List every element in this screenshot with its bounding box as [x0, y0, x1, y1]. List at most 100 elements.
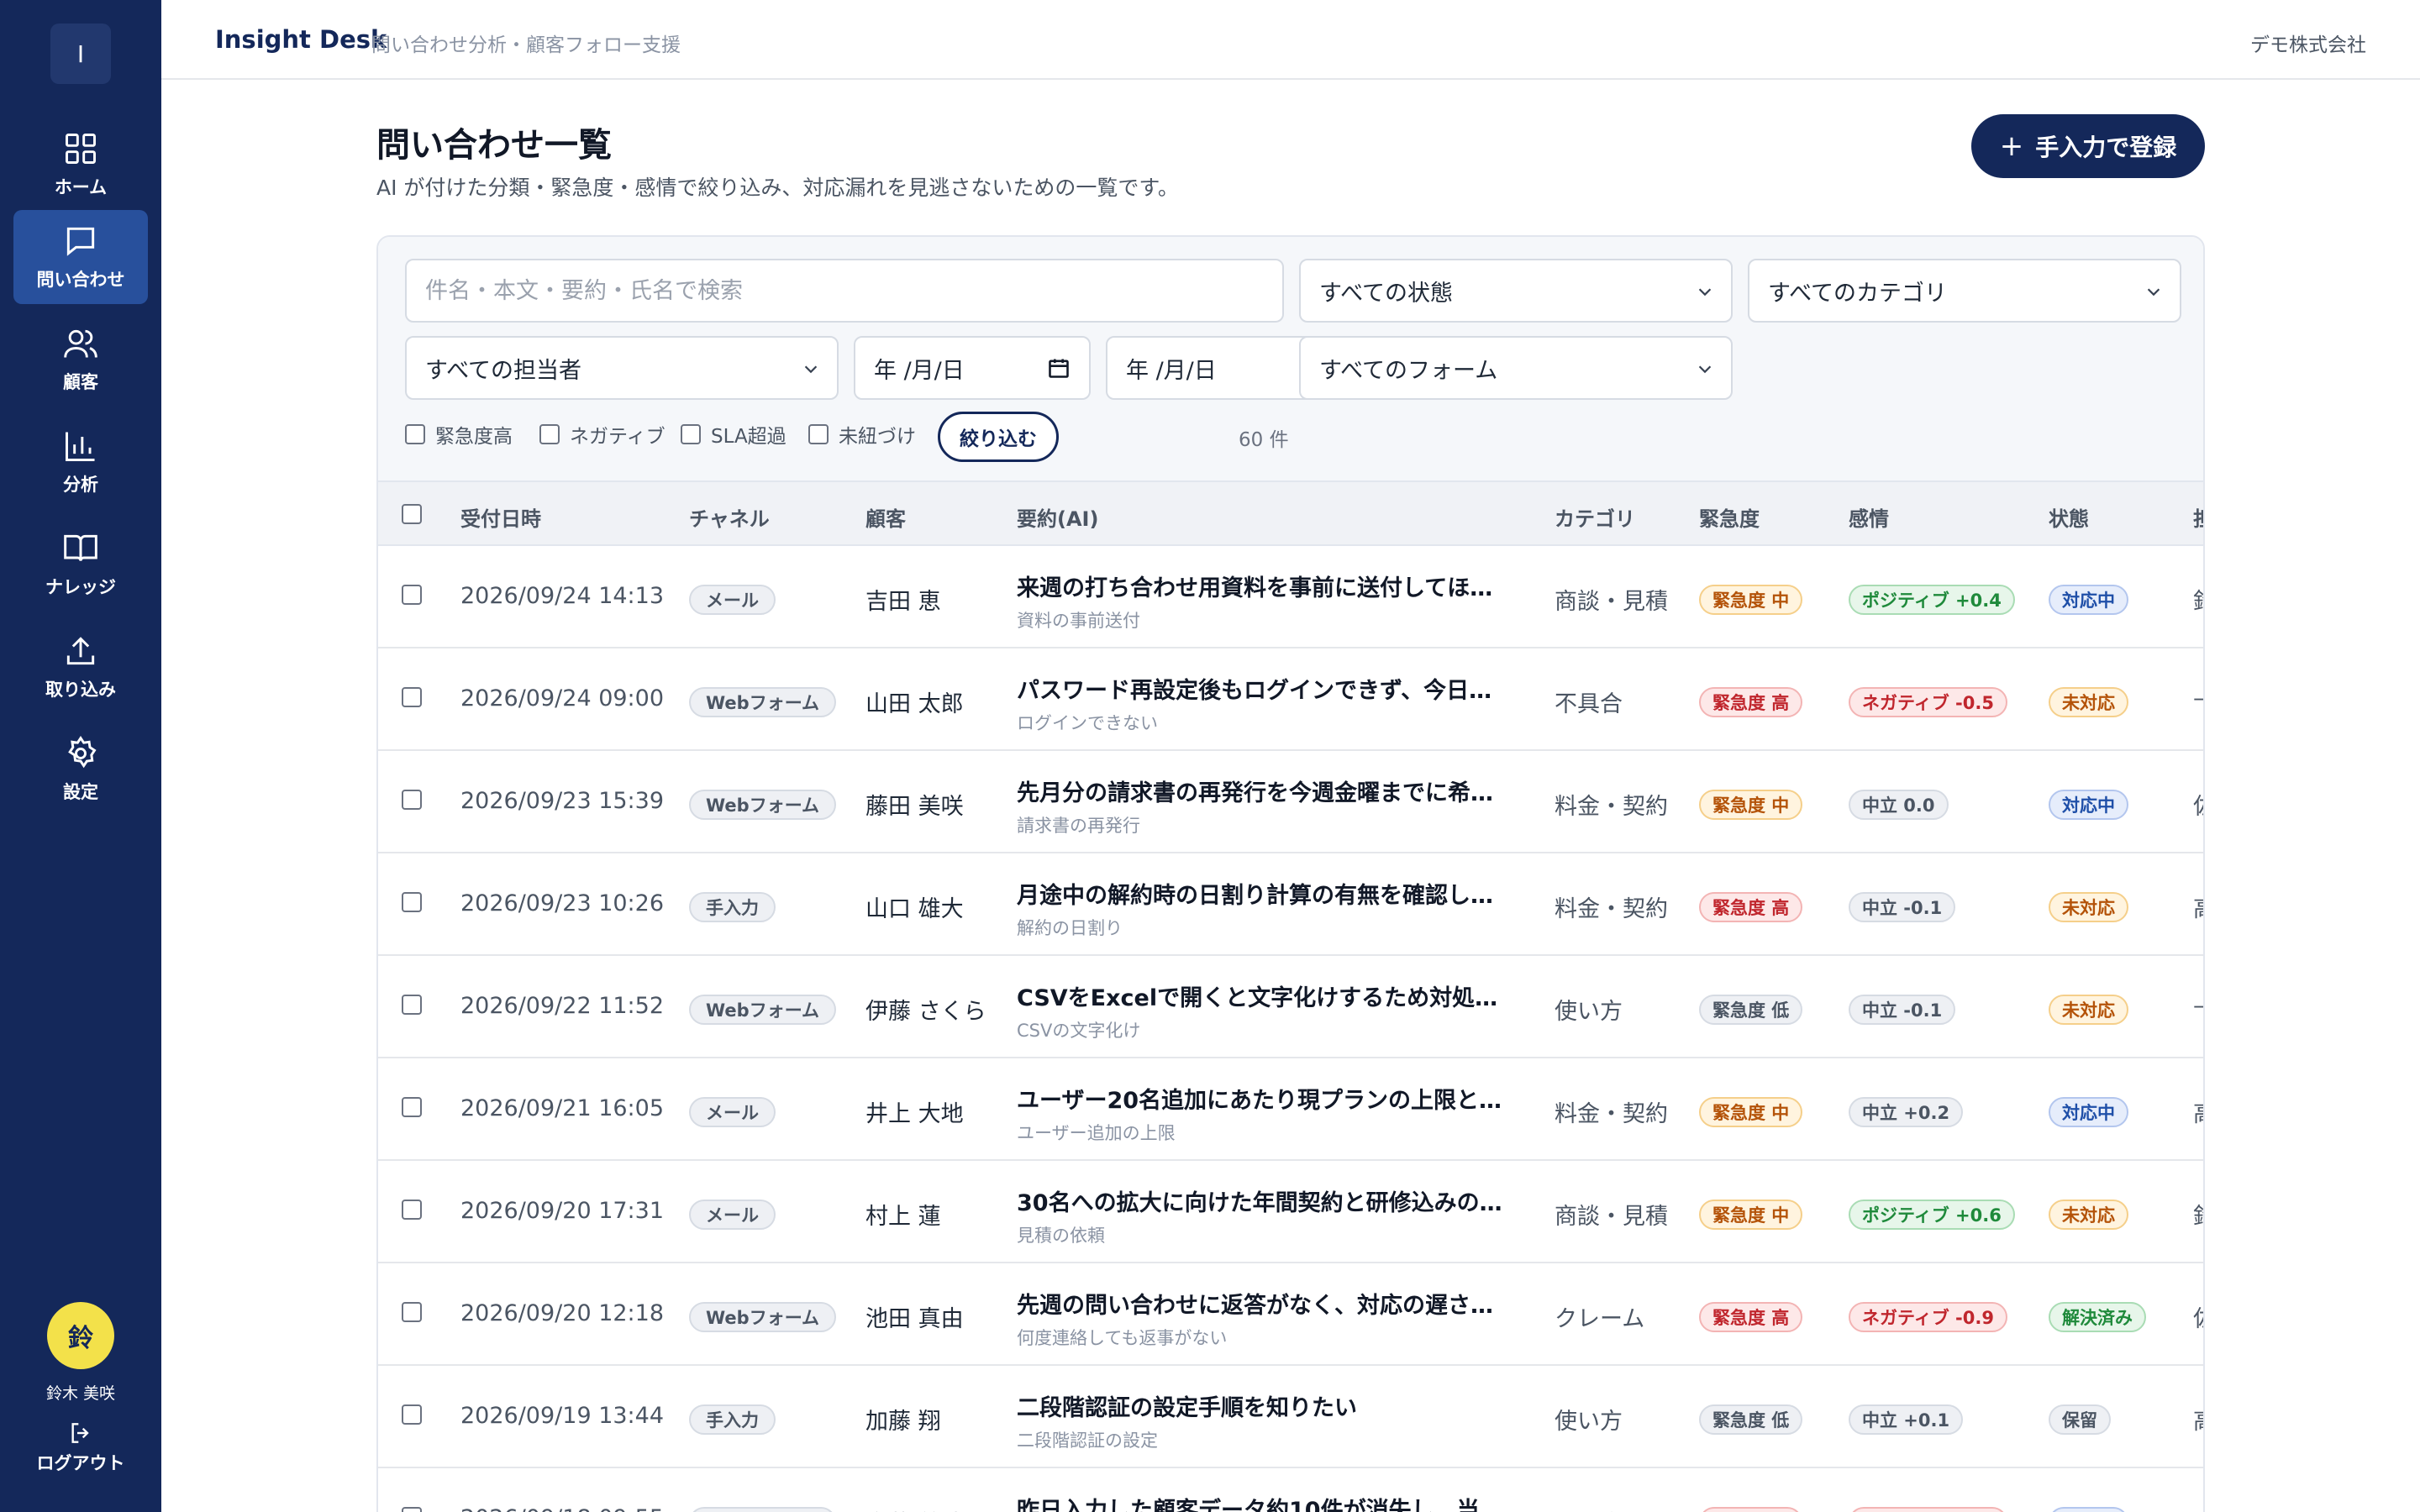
row-datetime: 2026/09/23 15:39 — [460, 788, 665, 814]
row-checkbox[interactable] — [402, 687, 422, 707]
form-select-value: すべてのフォーム — [1319, 357, 1498, 384]
row-summary[interactable]: ユーザー20名追加にあたり現プランの上限と… ユーザー追加の上限 — [1017, 1082, 1512, 1145]
table-row[interactable]: 2026/09/21 16:05 メール 井上 大地 ユーザー20名追加にあたり現プラ… — [378, 1058, 2203, 1161]
apply-filter-button[interactable]: 絞り込む — [938, 412, 1059, 462]
date-from-input[interactable]: 年 /月/日 — [854, 336, 1091, 400]
avatar[interactable]: 鈴 — [47, 1302, 114, 1369]
row-customer[interactable]: 村上 蓮 — [865, 1198, 941, 1231]
row-customer[interactable]: 伊藤 さくら — [865, 993, 986, 1026]
row-customer[interactable]: 山口 雄大 — [865, 890, 964, 923]
row-checkbox[interactable] — [402, 892, 422, 912]
column-header-datetime[interactable]: 受付日時 — [460, 502, 541, 532]
sidebar-item-knowledge[interactable]: ナレッジ — [13, 517, 148, 612]
sidebar-item-home[interactable]: ホーム — [13, 118, 148, 212]
search-input[interactable] — [405, 259, 1284, 323]
filter-unlinked[interactable]: 未紐づけ — [808, 420, 916, 449]
column-header-urgency[interactable]: 緊急度 — [1699, 502, 1760, 532]
select-all-checkbox[interactable] — [402, 504, 422, 524]
row-summary[interactable]: CSVをExcelで開くと文字化けするため対処法… CSVの文字化け — [1017, 979, 1512, 1042]
category-select[interactable]: すべてのカテゴリ — [1748, 259, 2181, 323]
row-summary[interactable]: 昨日入力した顧客データ約10件が消失し、当日…データ消失 — [1017, 1492, 1512, 1512]
checkbox[interactable] — [405, 424, 425, 444]
table-row[interactable]: 2026/09/20 17:31 メール 村上 蓮 30名への拡大に向けた年間契約と研… — [378, 1161, 2203, 1263]
table-row[interactable]: 2026/09/18 09:55 Webフォーム 斎藤 美穂 昨日入力した顧客データ約… — [378, 1468, 2203, 1512]
sidebar-item-import[interactable]: 取り込み — [13, 620, 148, 714]
dashboard-icon — [66, 134, 96, 164]
sidebar-item-settings[interactable]: 設定 — [13, 722, 148, 816]
table-row[interactable]: 2026/09/23 10:26 手入力 山口 雄大 月途中の解約時の日割り計算の有無… — [378, 853, 2203, 956]
table-row[interactable]: 2026/09/19 13:44 手入力 加藤 翔 二段階認証の設定手順を知りたい 二段… — [378, 1366, 2203, 1468]
row-customer[interactable]: 藤田 美咲 — [865, 788, 964, 821]
checkbox[interactable] — [808, 424, 829, 444]
row-checkbox[interactable] — [402, 1302, 422, 1322]
sentiment-badge: ポジティブ +0.6 — [1849, 1200, 2015, 1230]
row-category: 料金・契約 — [1555, 1101, 1668, 1127]
table-row[interactable]: 2026/09/24 14:13 メール 吉田 恵 来週の打ち合わせ用資料を事前に送付… — [378, 546, 2203, 648]
row-assignee: 佐 — [2193, 1505, 2203, 1512]
row-summary[interactable]: 来週の打ち合わせ用資料を事前に送付してほ… 資料の事前送付 — [1017, 570, 1512, 633]
row-checkbox[interactable] — [402, 995, 422, 1015]
date-to-input[interactable]: 年 /月/日 — [1106, 336, 1316, 400]
row-checkbox[interactable] — [402, 1097, 422, 1117]
column-header-assignee[interactable]: 担 — [2193, 502, 2203, 532]
row-checkbox[interactable] — [402, 1200, 422, 1220]
table-row[interactable]: 2026/09/23 15:39 Webフォーム 藤田 美咲 先月分の請求書の再発行を… — [378, 751, 2203, 853]
row-summary[interactable]: 二段階認証の設定手順を知りたい 二段階認証の設定 — [1017, 1389, 1512, 1452]
row-checkbox[interactable] — [402, 790, 422, 810]
summary-text: 先月分の請求書の再発行を今週金曜までに希… — [1017, 780, 1493, 806]
row-customer[interactable]: 池田 真由 — [865, 1300, 964, 1333]
table-row[interactable]: 2026/09/20 12:18 Webフォーム 池田 真由 先週の問い合わせに返答が… — [378, 1263, 2203, 1366]
row-customer[interactable]: 加藤 翔 — [865, 1403, 941, 1436]
sidebar-item-label: ナレッジ — [45, 577, 116, 597]
table-row[interactable]: 2026/09/22 11:52 Webフォーム 伊藤 さくら CSVをExcelで開… — [378, 956, 2203, 1058]
row-assignee: 高 — [2193, 1403, 2203, 1436]
calendar-icon[interactable] — [1047, 356, 1071, 380]
row-summary[interactable]: パスワード再設定後もログインできず、今日中… ログインできない — [1017, 672, 1512, 735]
sidebar-item-customers[interactable]: 顧客 — [13, 312, 148, 407]
brand-name[interactable]: Insight Desk — [215, 25, 387, 54]
row-assignee: — — [2193, 993, 2203, 1019]
filter-sla-overdue[interactable]: SLA超過 — [681, 420, 786, 449]
checkbox[interactable] — [681, 424, 701, 444]
row-checkbox[interactable] — [402, 585, 422, 605]
row-summary[interactable]: 月途中の解約時の日割り計算の有無を確認し、… 解約の日割り — [1017, 877, 1512, 940]
column-header-status[interactable]: 状態 — [2049, 502, 2089, 532]
row-customer[interactable]: 斎藤 美穂 — [865, 1505, 964, 1512]
column-header-sentiment[interactable]: 感情 — [1849, 502, 1889, 532]
row-customer[interactable]: 吉田 恵 — [865, 583, 941, 616]
urgency-badge: 緊急度 低 — [1699, 995, 1803, 1025]
column-header-category[interactable]: カテゴリ — [1555, 502, 1635, 532]
sidebar: I ホーム 問い合わせ 顧客 分析 ナレッジ 取り込み 設定 鈴 鈴木 美咲 ロ… — [0, 0, 161, 1512]
status-badge: 未対応 — [2049, 892, 2128, 922]
row-category: 使い方 — [1555, 999, 1623, 1025]
row-customer[interactable]: 井上 大地 — [865, 1095, 964, 1128]
summary-text: パスワード再設定後もログインできず、今日中… — [1017, 678, 1512, 704]
row-summary[interactable]: 30名への拡大に向けた年間契約と研修込みの… 見積の依頼 — [1017, 1184, 1512, 1247]
status-select[interactable]: すべての状態 — [1299, 259, 1733, 323]
app-logo[interactable]: I — [50, 24, 111, 84]
row-customer[interactable]: 山田 太郎 — [865, 685, 964, 718]
row-checkbox[interactable] — [402, 1507, 422, 1512]
date-from-value: 年 /月/日 — [874, 357, 965, 384]
status-badge: 未対応 — [2049, 1200, 2128, 1230]
add-manual-button[interactable]: + 手入力で登録 — [1971, 114, 2205, 178]
sidebar-item-inquiries[interactable]: 問い合わせ — [13, 210, 148, 304]
sidebar-item-analytics[interactable]: 分析 — [13, 415, 148, 509]
row-summary[interactable]: 先月分の請求書の再発行を今週金曜までに希… 請求書の再発行 — [1017, 774, 1512, 837]
row-checkbox[interactable] — [402, 1404, 422, 1425]
column-header-customer[interactable]: 顧客 — [865, 502, 906, 532]
channel-chip: 手入力 — [689, 1404, 776, 1435]
filter-negative[interactable]: ネガティブ — [539, 420, 666, 449]
sidebar-item-label: 分析 — [63, 475, 98, 495]
logout-button[interactable]: ログアウト — [0, 1420, 161, 1475]
row-datetime: 2026/09/24 09:00 — [460, 685, 665, 711]
table-row[interactable]: 2026/09/24 09:00 Webフォーム 山田 太郎 パスワード再設定後もログ… — [378, 648, 2203, 751]
row-summary[interactable]: 先週の問い合わせに返答がなく、対応の遅さに… 何度連絡しても返事がない — [1017, 1287, 1512, 1350]
column-header-summary[interactable]: 要約(AI) — [1017, 502, 1098, 532]
checkbox[interactable] — [539, 424, 560, 444]
assignee-select[interactable]: すべての担当者 — [405, 336, 839, 400]
form-select[interactable]: すべてのフォーム — [1299, 336, 1733, 400]
column-header-channel[interactable]: チャネル — [689, 502, 770, 532]
filter-high-urgency[interactable]: 緊急度高 — [405, 420, 513, 449]
sentiment-badge: 中立 -0.1 — [1849, 995, 1956, 1025]
